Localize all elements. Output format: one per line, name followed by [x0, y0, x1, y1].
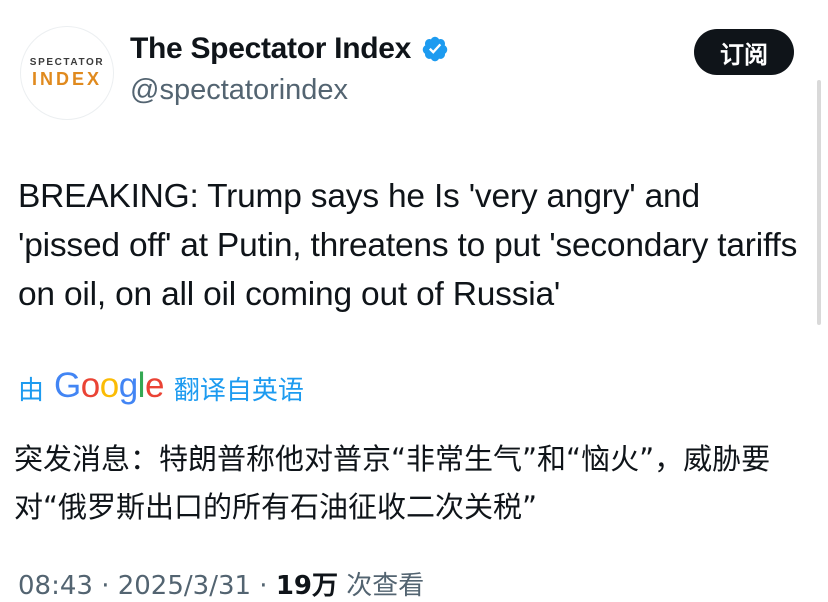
translated-text: 突发消息：特朗普称他对普京“非常生气”和“恼火”，威胁要对“俄罗斯出口的所有石油… [14, 442, 771, 524]
tweet-timestamp[interactable]: 08:43 · 2025/3/31 · [18, 571, 276, 601]
avatar-logo-top: SPECTATOR [29, 56, 105, 68]
views-count: 19万 [275, 571, 339, 601]
translation-label: 翻译自英语 [173, 375, 304, 406]
views-label: 次查看 [338, 571, 425, 601]
tweet-meta: 08:43 · 2025/3/31 · 19万 次查看 [18, 565, 424, 602]
translation-prefix: 由 [18, 375, 45, 406]
display-name[interactable]: The Spectator Index [130, 32, 411, 66]
translation-attribution[interactable]: 由 Google 翻译自英语 [18, 366, 304, 410]
subscribe-button[interactable]: 订阅 [694, 29, 794, 75]
tweet-header: SPECTATOR INDEX The Spectator Index @spe… [0, 0, 828, 130]
account-handle[interactable]: @spectatorindex [130, 74, 348, 107]
verified-badge-icon [422, 36, 448, 62]
avatar[interactable]: SPECTATOR INDEX [20, 26, 114, 120]
scrollbar[interactable] [817, 80, 821, 325]
avatar-logo-bottom: INDEX [31, 68, 102, 89]
google-logo: Google [54, 366, 164, 405]
tweet-text: BREAKING: Trump says he Is 'very angry' … [18, 178, 798, 313]
name-row: The Spectator Index [130, 32, 449, 66]
